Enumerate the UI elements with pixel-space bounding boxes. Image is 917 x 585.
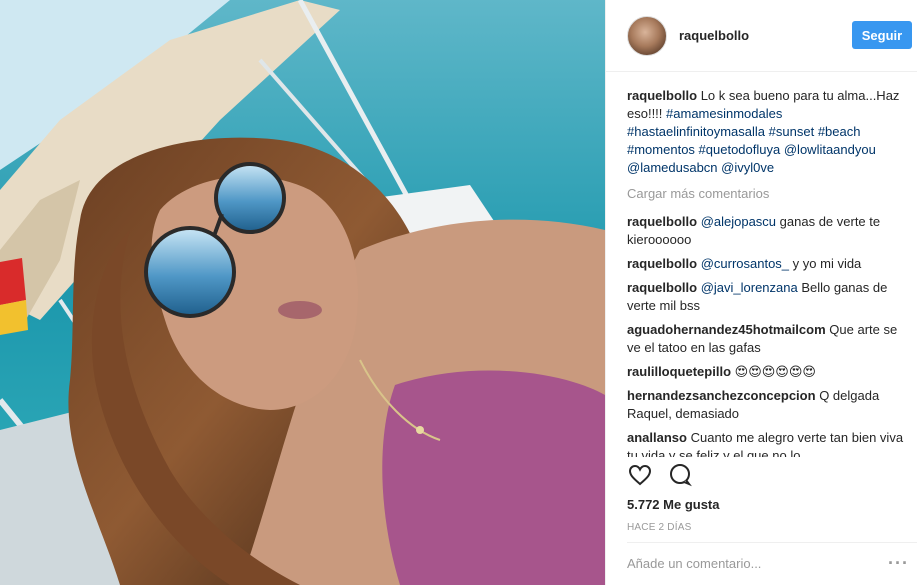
post-side-panel: raquelbollo Seguir raquelbollo Lo k sea … xyxy=(605,0,917,585)
comment-item: raquelbollo @alejopascu ganas de verte t… xyxy=(627,213,907,249)
caption-username[interactable]: raquelbollo xyxy=(627,88,697,103)
caption: raquelbollo Lo k sea bueno para tu alma.… xyxy=(627,87,907,177)
comment-item: raquelbollo @currosantos_ y yo mi vida xyxy=(627,255,907,273)
post-timestamp[interactable]: HACE 2 DÍAS xyxy=(627,522,691,533)
comment-username[interactable]: anallanso xyxy=(627,430,687,445)
more-options-button[interactable]: ··· xyxy=(888,553,909,574)
avatar[interactable] xyxy=(627,15,667,56)
post-photo[interactable] xyxy=(0,0,605,585)
caption-tag-link[interactable]: #hastaelinfinitoymasalla xyxy=(627,124,765,139)
caption-tag-link[interactable]: @ivyl0ve xyxy=(721,160,774,175)
caption-tag-link[interactable]: #amamesinmodales xyxy=(666,106,782,121)
comment-username[interactable]: raquelbollo xyxy=(627,280,697,295)
photo-illustration xyxy=(0,0,605,585)
comment-mention-link[interactable]: @currosantos_ xyxy=(701,256,789,271)
caption-tag-link[interactable]: #sunset xyxy=(769,124,815,139)
comment-item: raulilloquetepillo 😍😍😍😍😍😍 xyxy=(627,363,907,381)
action-bar xyxy=(627,462,693,488)
comments-list: raquelbollo Lo k sea bueno para tu alma.… xyxy=(627,87,907,457)
comment-mention-link[interactable]: @alejopascu xyxy=(701,214,776,229)
heart-icon[interactable] xyxy=(627,462,653,488)
caption-tag-link[interactable]: @lowlitaandyou xyxy=(784,142,876,157)
comment-item: aguadohernandez45hotmailcom Que arte se … xyxy=(627,321,907,357)
comment-mention-link[interactable]: @javi_lorenzana xyxy=(701,280,798,295)
likes-count[interactable]: 5.772 Me gusta xyxy=(627,497,720,512)
comment-username[interactable]: hernandezsanchezconcepcion xyxy=(627,388,816,403)
caption-tag-link[interactable]: #quetodofluya xyxy=(699,142,781,157)
comment-text: 😍😍😍😍😍😍 xyxy=(734,364,816,379)
load-more-comments-link[interactable]: Cargar más comentarios xyxy=(627,185,907,203)
comment-username[interactable]: aguadohernandez45hotmailcom xyxy=(627,322,826,337)
comment-items: raquelbollo @alejopascu ganas de verte t… xyxy=(627,213,907,457)
caption-tag-link[interactable]: @lamedusabcn xyxy=(627,160,718,175)
caption-tag-link[interactable]: #momentos xyxy=(627,142,695,157)
comment-icon[interactable] xyxy=(667,462,693,488)
caption-tag-link[interactable]: #beach xyxy=(818,124,861,139)
comment-username[interactable]: raquelbollo xyxy=(627,256,697,271)
add-comment-input[interactable] xyxy=(627,556,887,571)
post-header: raquelbollo Seguir xyxy=(606,0,917,72)
comment-username[interactable]: raulilloquetepillo xyxy=(627,364,731,379)
comment-item: hernandezsanchezconcepcion Q delgada Raq… xyxy=(627,387,907,423)
comment-text: y yo mi vida xyxy=(789,256,862,271)
comment-username[interactable]: raquelbollo xyxy=(627,214,697,229)
comment-item: anallanso Cuanto me alegro verte tan bie… xyxy=(627,429,907,457)
comment-item: raquelbollo @javi_lorenzana Bello ganas … xyxy=(627,279,907,315)
divider xyxy=(627,542,917,543)
follow-button[interactable]: Seguir xyxy=(852,21,912,49)
header-username[interactable]: raquelbollo xyxy=(679,28,749,43)
